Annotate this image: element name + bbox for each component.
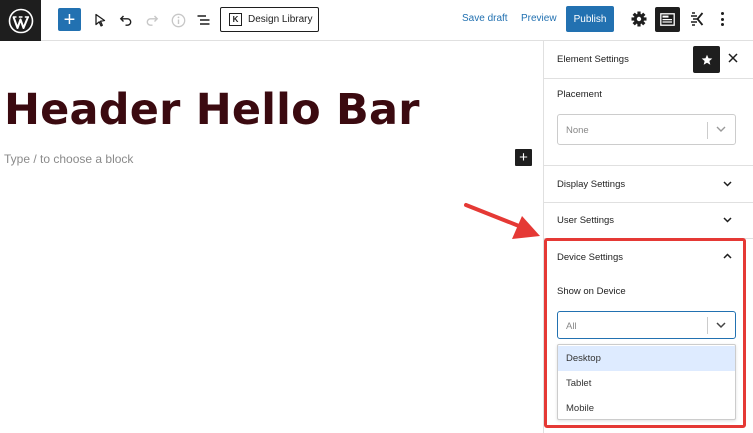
- wordpress-logo-icon[interactable]: [0, 0, 41, 41]
- sidebar-panel-icon: [660, 13, 675, 26]
- gear-icon[interactable]: [630, 10, 648, 28]
- close-sidebar-button[interactable]: [726, 51, 740, 65]
- details-button[interactable]: [170, 8, 186, 32]
- redo-icon: [146, 15, 159, 26]
- block-placeholder[interactable]: Type / to choose a block: [4, 152, 133, 166]
- star-icon: [701, 54, 712, 65]
- settings-sidebar: Element Settings Placement None Display …: [543, 41, 753, 433]
- kadence-k-icon: K: [229, 13, 242, 26]
- preview-button[interactable]: Preview: [521, 13, 557, 24]
- device-settings-highlight-box: [544, 238, 746, 428]
- plus-icon: +: [63, 8, 76, 31]
- star-button[interactable]: [693, 46, 720, 73]
- placement-label: Placement: [557, 89, 602, 100]
- chevron-down-icon: [723, 217, 732, 223]
- annotation-arrow-icon: [464, 203, 540, 239]
- undo-icon: [119, 15, 132, 26]
- list-view-button[interactable]: [195, 8, 211, 32]
- redo-button[interactable]: [144, 8, 160, 32]
- kadence-blocks-icon[interactable]: [689, 11, 705, 27]
- settings-panel-toggle-button[interactable]: [655, 7, 680, 32]
- publish-button[interactable]: Publish: [566, 6, 614, 32]
- design-library-label: Design Library: [248, 14, 313, 25]
- user-settings-toggle[interactable]: User Settings: [544, 202, 753, 238]
- editor-toolbar: + K Design Library Save draft Preview Pu…: [0, 0, 753, 41]
- sidebar-header: Element Settings: [544, 41, 753, 79]
- add-block-button[interactable]: +: [58, 8, 81, 31]
- display-settings-label: Display Settings: [557, 179, 626, 190]
- sidebar-title: Element Settings: [557, 54, 629, 65]
- close-icon: [728, 53, 738, 63]
- placement-select-value: None: [566, 125, 589, 136]
- user-settings-label: User Settings: [557, 215, 615, 226]
- inline-add-block-button[interactable]: +: [515, 149, 532, 166]
- select-tool-button[interactable]: [92, 8, 108, 32]
- post-title[interactable]: Header Hello Bar: [4, 85, 420, 135]
- display-settings-toggle[interactable]: Display Settings: [544, 166, 753, 202]
- pointer-icon: [95, 13, 106, 27]
- save-draft-button[interactable]: Save draft: [462, 13, 508, 24]
- placement-select[interactable]: None: [557, 114, 736, 145]
- chevron-down-icon: [716, 126, 726, 132]
- undo-button[interactable]: [118, 8, 134, 32]
- publish-label: Publish: [573, 13, 607, 25]
- more-options-icon[interactable]: [716, 10, 728, 28]
- chevron-down-icon: [723, 181, 732, 187]
- info-icon: [171, 13, 185, 27]
- plus-icon: +: [519, 149, 528, 166]
- design-library-button[interactable]: K Design Library: [220, 7, 319, 32]
- list-view-icon: [197, 15, 209, 25]
